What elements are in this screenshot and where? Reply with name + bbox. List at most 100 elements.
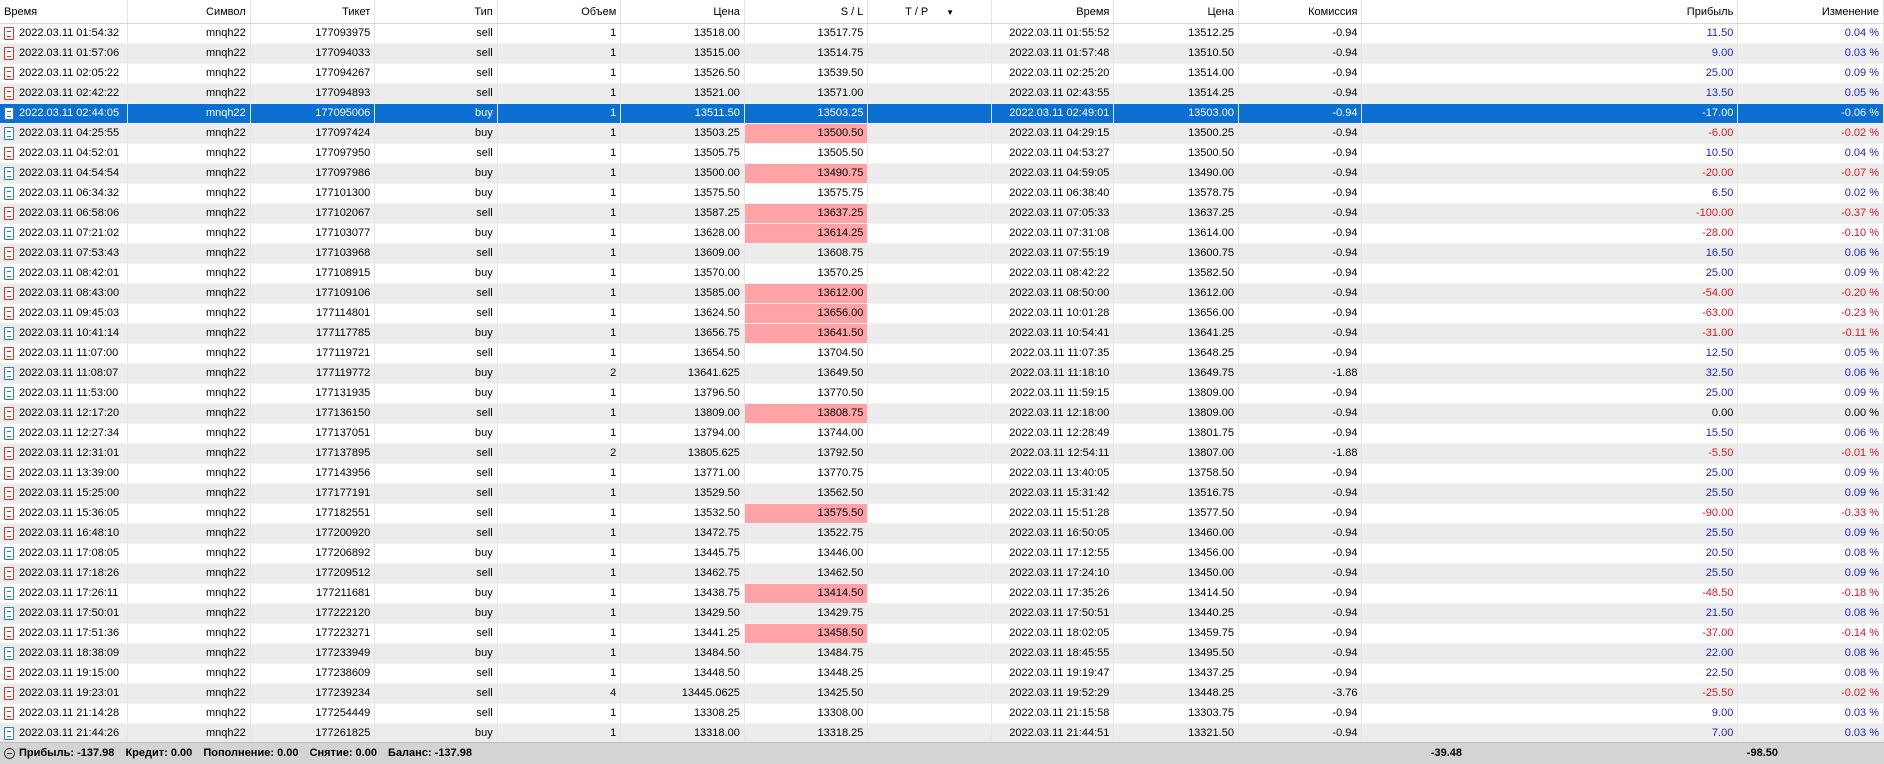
table-row[interactable]: 2022.03.11 12:17:20 mnqh22 177136150 sell 1 1… [0,403,1884,424]
table-row[interactable]: 2022.03.11 11:53:00 mnqh22 177131935 buy 1 13… [0,383,1884,404]
cell-ticket: 177109106 [250,283,376,304]
cell-take-profit [867,483,992,504]
table-row[interactable]: 2022.03.11 17:08:05 mnqh22 177206892 buy 1 13… [0,543,1884,564]
cell-take-profit [867,683,992,704]
table-row[interactable]: 2022.03.11 12:31:01 mnqh22 177137895 sell 2 1… [0,443,1884,464]
cell-close-time: 2022.03.11 11:07:35 [991,343,1115,364]
table-row[interactable]: 2022.03.11 17:51:36 mnqh22 177223271 sell 1 1… [0,623,1884,644]
cell-open-time: 2022.03.11 09:45:03 [0,303,129,324]
cell-open-price: 13654.50 [620,343,745,364]
collapse-minus-icon[interactable] [4,747,15,759]
cell-open-price: 13318.00 [620,723,745,744]
table-row[interactable]: 2022.03.11 17:50:01 mnqh22 177222120 buy 1 13… [0,603,1884,624]
table-row[interactable]: 2022.03.11 18:38:09 mnqh22 177233949 buy 1 13… [0,643,1884,664]
table-row[interactable]: 2022.03.11 11:07:00 mnqh22 177119721 sell 1 1… [0,343,1884,364]
buy-order-icon [4,386,14,400]
column-header-close-time[interactable]: Время [991,0,1115,24]
buy-order-icon [4,546,14,560]
cell-commission: -0.94 [1238,203,1363,224]
table-row[interactable]: 2022.03.11 16:48:10 mnqh22 177200920 sell 1 1… [0,523,1884,544]
cell-stop-loss: 13462.50 [744,563,869,584]
cell-profit: 0.00 [1361,403,1739,424]
table-row[interactable]: 2022.03.11 12:27:34 mnqh22 177137051 buy 1 13… [0,423,1884,444]
column-header-ticket[interactable]: Тикет [250,0,376,24]
cell-change: 0.09 % [1737,523,1884,544]
cell-commission: -0.94 [1238,483,1363,504]
cell-profit: -5.50 [1361,443,1739,464]
table-row[interactable]: 2022.03.11 17:26:11 mnqh22 177211681 buy 1 13… [0,583,1884,604]
table-row[interactable]: 2022.03.11 02:42:22 mnqh22 177094893 sell 1 1… [0,83,1884,104]
cell-open-time: 2022.03.11 18:38:09 [0,643,129,664]
cell-stop-loss: 13484.75 [744,643,869,664]
column-header-volume[interactable]: Объем [497,0,622,24]
table-row[interactable]: 2022.03.11 15:25:00 mnqh22 177177191 sell 1 1… [0,483,1884,504]
column-header-commission[interactable]: Комиссия [1238,0,1363,24]
table-row[interactable]: 2022.03.11 01:54:32 mnqh22 177093975 sell 1 1… [0,23,1884,44]
cell-type: buy [374,323,498,344]
column-header-stop-loss[interactable]: S / L [744,0,869,24]
cell-volume: 1 [497,83,622,104]
cell-open-price: 13809.00 [620,403,745,424]
column-header-profit[interactable]: Прибыль [1361,0,1739,24]
column-header-open-price[interactable]: Цена [620,0,745,24]
buy-order-icon [4,326,14,340]
cell-change: 0.04 % [1737,23,1884,44]
cell-volume: 1 [497,303,622,324]
cell-type: buy [374,363,498,384]
table-row[interactable]: 2022.03.11 13:39:00 mnqh22 177143956 sell 1 1… [0,463,1884,484]
table-row[interactable]: 2022.03.11 04:52:01 mnqh22 177097950 sell 1 1… [0,143,1884,164]
buy-order-icon [4,126,14,140]
table-row[interactable]: 2022.03.11 06:34:32 mnqh22 177101300 buy 1 13… [0,183,1884,204]
table-row[interactable]: 2022.03.11 06:58:06 mnqh22 177102067 sell 1 1… [0,203,1884,224]
cell-take-profit [867,143,992,164]
cell-open-time: 2022.03.11 01:57:06 [0,43,129,64]
table-row[interactable]: 2022.03.11 04:25:55 mnqh22 177097424 buy 1 13… [0,123,1884,144]
table-row[interactable]: 2022.03.11 09:45:03 mnqh22 177114801 sell 1 1… [0,303,1884,324]
table-row[interactable]: 2022.03.11 08:43:00 mnqh22 177109106 sell 1 1… [0,283,1884,304]
cell-close-time: 2022.03.11 02:25:20 [991,63,1115,84]
table-row[interactable]: 2022.03.11 19:15:00 mnqh22 177238609 sell 1 1… [0,663,1884,684]
cell-change: 0.06 % [1737,423,1884,444]
table-row[interactable]: 2022.03.11 02:44:05 mnqh22 177095006 buy 1 13… [0,103,1884,124]
open-time-text: 2022.03.11 04:54:54 [19,167,120,179]
open-time-text: 2022.03.11 11:53:00 [19,387,119,399]
cell-stop-loss: 13770.75 [744,463,869,484]
cell-volume: 1 [497,583,622,604]
cell-open-price: 13771.00 [620,463,745,484]
cell-open-time: 2022.03.11 17:51:36 [0,623,129,644]
column-header-open-time[interactable]: Время [0,0,129,24]
table-row[interactable]: 2022.03.11 08:42:01 mnqh22 177108915 buy 1 13… [0,263,1884,284]
open-time-text: 2022.03.11 21:14:28 [19,707,120,719]
cell-change: 0.00 % [1737,403,1884,424]
column-header-take-profit[interactable]: T / P ▼ [867,0,992,24]
buy-order-icon [4,186,14,200]
column-header-close-price[interactable]: Цена [1113,0,1239,24]
cell-open-time: 2022.03.11 02:44:05 [0,103,129,124]
column-header-type[interactable]: Тип [374,0,498,24]
column-header-symbol[interactable]: Символ [127,0,251,24]
table-row[interactable]: 2022.03.11 21:14:28 mnqh22 177254449 sell 1 1… [0,703,1884,724]
table-row[interactable]: 2022.03.11 21:44:26 mnqh22 177261825 buy 1 13… [0,723,1884,744]
cell-volume: 1 [497,123,622,144]
table-row[interactable]: 2022.03.11 19:23:01 mnqh22 177239234 sell 4 1… [0,683,1884,704]
table-row[interactable]: 2022.03.11 07:53:43 mnqh22 177103968 sell 1 1… [0,243,1884,264]
cell-commission: -0.94 [1238,263,1363,284]
open-time-text: 2022.03.11 01:54:32 [19,27,120,39]
cell-commission: -0.94 [1238,123,1363,144]
column-header-change[interactable]: Изменение [1737,0,1884,24]
table-row[interactable]: 2022.03.11 15:36:05 mnqh22 177182551 sell 1 1… [0,503,1884,524]
table-row[interactable]: 2022.03.11 10:41:14 mnqh22 177117785 buy 1 13… [0,323,1884,344]
table-row[interactable]: 2022.03.11 01:57:06 mnqh22 177094033 sell 1 1… [0,43,1884,64]
table-row[interactable]: 2022.03.11 04:54:54 mnqh22 177097986 buy 1 13… [0,163,1884,184]
cell-change: 0.08 % [1737,543,1884,564]
table-row[interactable]: 2022.03.11 02:05:22 mnqh22 177094267 sell 1 1… [0,63,1884,84]
cell-stop-loss: 13522.75 [744,523,869,544]
sort-descending-icon: ▼ [946,7,955,17]
table-row[interactable]: 2022.03.11 17:18:26 mnqh22 177209512 sell 1 1… [0,563,1884,584]
cell-change: 0.09 % [1737,263,1884,284]
table-row[interactable]: 2022.03.11 11:08:07 mnqh22 177119772 buy 2 13… [0,363,1884,384]
cell-stop-loss: 13505.50 [744,143,869,164]
cell-profit: 9.00 [1361,703,1739,724]
table-row[interactable]: 2022.03.11 07:21:02 mnqh22 177103077 buy 1 13… [0,223,1884,244]
cell-volume: 1 [497,203,622,224]
